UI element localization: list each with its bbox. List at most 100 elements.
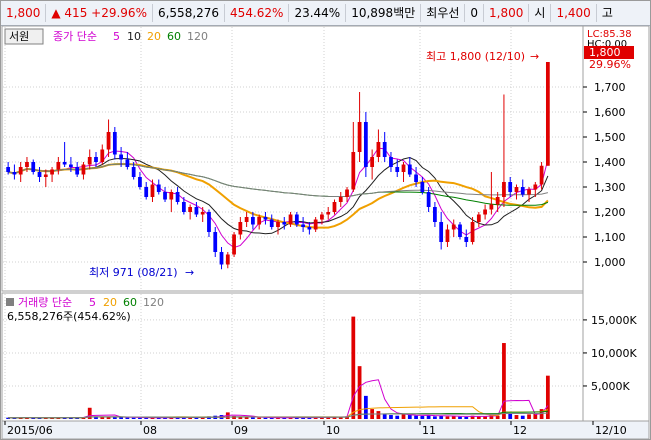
candle-body <box>407 164 412 175</box>
pref-value: 0 <box>465 4 485 22</box>
volume-bar <box>514 415 519 419</box>
volume-bar <box>545 375 550 419</box>
price-tick-label: 1,400 <box>594 156 626 169</box>
volume-bar <box>464 417 469 419</box>
volume-bar <box>131 417 136 419</box>
ma-legend-5: 5 <box>113 30 120 43</box>
candle-body <box>451 224 456 230</box>
candle-body <box>445 229 450 242</box>
volume-bar <box>257 417 262 419</box>
volume-bar <box>125 417 130 419</box>
price-change: ▲ 415 +29.96% <box>46 4 153 22</box>
candle-body <box>50 169 54 175</box>
volume-bar <box>527 414 531 419</box>
source-button-label[interactable]: 서원 <box>9 30 29 43</box>
candle-body <box>527 189 531 195</box>
volume-tick-label: 10,000K <box>591 347 637 360</box>
candle-body <box>106 132 111 150</box>
candle-body <box>163 192 167 200</box>
candle-body <box>125 159 130 167</box>
volume-bar <box>251 417 255 419</box>
candle-body <box>376 142 381 157</box>
volume-tick-label: 5,000K <box>591 380 630 393</box>
volume-bar <box>508 413 513 419</box>
candle-body <box>282 222 287 225</box>
candle-body <box>439 222 444 242</box>
max-price-annotation: 최고 1,800 (12/10) <box>426 50 525 63</box>
min-arrow-icon: → <box>185 266 194 279</box>
candle-body <box>313 219 318 230</box>
high-label: 고 <box>601 6 613 20</box>
candle-body <box>150 184 155 197</box>
change-percent: +29.96% <box>91 6 147 20</box>
candle-body <box>43 174 48 177</box>
candle-body <box>458 224 462 237</box>
date-tick-label: 09 <box>234 424 248 437</box>
candle-body <box>545 62 550 166</box>
volume-bar <box>433 416 437 419</box>
candle-body <box>414 174 418 182</box>
volume-bar <box>407 415 412 419</box>
up-arrow-icon: ▲ <box>51 6 61 20</box>
volume-bar <box>420 416 425 419</box>
candle-body <box>18 167 23 175</box>
candle-body <box>357 122 362 152</box>
volume-value: 6,558,276 <box>153 4 226 22</box>
vol-ma-legend-120: 120 <box>143 296 164 309</box>
candle-body <box>363 122 368 167</box>
ma-legend-120: 120 <box>187 30 208 43</box>
candle-body <box>483 209 487 215</box>
date-tick-label: 10 <box>326 424 340 437</box>
candle-body <box>169 192 174 200</box>
candle-body <box>213 232 218 252</box>
candle-body <box>6 167 11 172</box>
volume-bar <box>112 417 117 419</box>
volume-tick-label: 15,000K <box>591 314 637 327</box>
min-price-annotation: 최저 971 (08/21) <box>89 266 178 279</box>
candle-body <box>382 142 387 157</box>
candle-body <box>307 227 312 230</box>
candle-body <box>539 165 544 185</box>
candle-body <box>420 182 425 192</box>
candle-body <box>131 167 136 177</box>
max-arrow-icon: → <box>530 50 539 63</box>
price-tick-label: 1,700 <box>594 81 626 94</box>
candle-body <box>81 164 86 175</box>
candle-body <box>62 162 67 165</box>
vol-ma-legend-60: 60 <box>123 296 137 309</box>
candle-body <box>489 204 494 210</box>
candle-body <box>502 182 506 197</box>
change-value: 415 <box>64 6 88 20</box>
candle-body <box>94 157 98 162</box>
candle-body <box>301 224 305 227</box>
pref-label: 최우선 <box>421 4 466 22</box>
candle-body <box>269 219 274 227</box>
candle-body <box>188 207 193 212</box>
price-tick-label: 1,200 <box>594 206 626 219</box>
candle-body <box>338 197 343 202</box>
volume-bar <box>389 415 393 419</box>
candle-body <box>476 214 481 222</box>
chart-area[interactable]: 1,700 1,600 1,500 1,400 1,300 1,200 1,100 1,000… <box>1 25 650 439</box>
price-tick-label: 1,500 <box>594 131 626 144</box>
candle-body <box>508 182 513 192</box>
candle-body <box>175 192 180 202</box>
candle-body <box>119 154 123 160</box>
candle-body <box>389 157 393 167</box>
volume-percent: 454.62% <box>225 4 290 22</box>
ask-price: 1,800 <box>484 4 530 22</box>
date-tick-label: 08 <box>143 424 157 437</box>
open-value: 1,400 <box>551 4 597 22</box>
date-tick-label: 12 <box>513 424 527 437</box>
candle-body <box>395 167 400 172</box>
candle-body <box>320 214 324 220</box>
candle-body <box>370 157 375 167</box>
candle-body <box>263 217 268 220</box>
candle-body <box>495 197 500 205</box>
candle-body <box>207 212 211 232</box>
volume-bar <box>451 416 456 419</box>
volume-axis-ticks: 15,000K 10,000K 5,000K <box>583 314 637 393</box>
date-tick-label: 11 <box>422 424 436 437</box>
volume-bar <box>376 411 381 419</box>
candle-body <box>426 192 431 207</box>
